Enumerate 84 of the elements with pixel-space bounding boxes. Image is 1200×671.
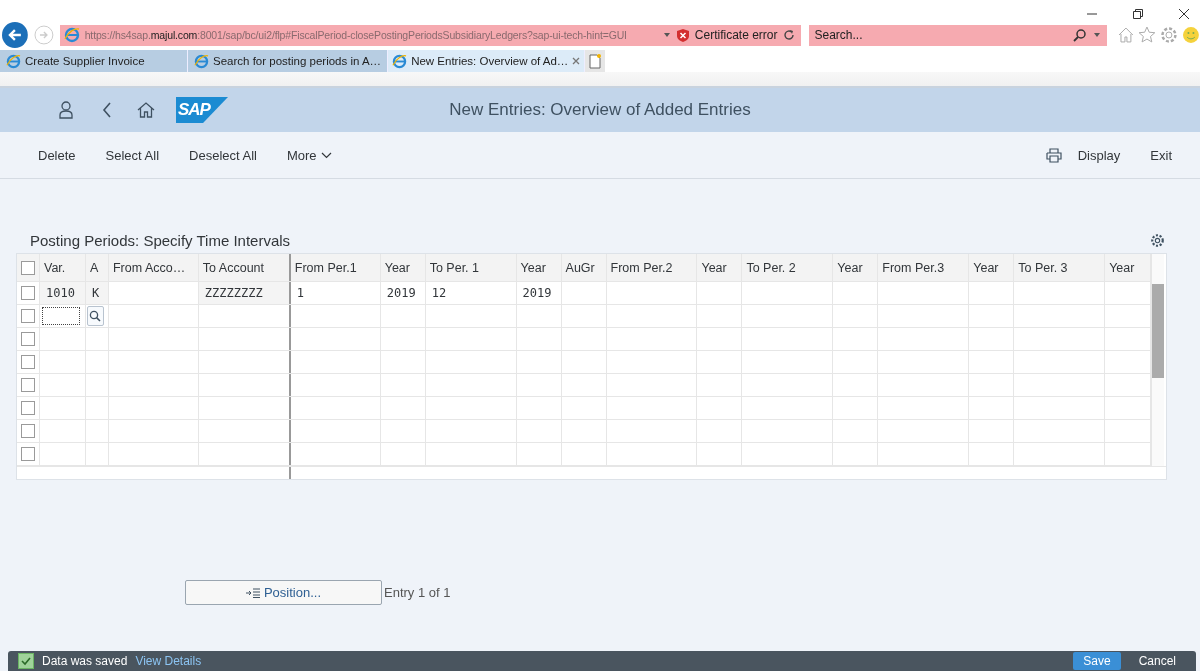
search-field[interactable]: Search... [808, 24, 1107, 46]
address-bar[interactable]: https://hs4sap.majul.com:8001/sap/bc/ui2/flp#FiscalPeriod-closePostingPeriodsSubsidiaryLedgers?sap-ui-tech-hint=GUI Certificate error [59, 24, 801, 46]
column-header[interactable]: From Per.3 [878, 254, 970, 281]
row-checkbox[interactable] [21, 355, 35, 369]
search-icon [1072, 28, 1087, 42]
refresh-icon [782, 29, 795, 41]
user-icon[interactable] [59, 101, 73, 119]
scrollbar[interactable] [1151, 254, 1164, 466]
close-icon[interactable] [1178, 8, 1190, 20]
row-checkbox[interactable] [21, 447, 35, 461]
browser-tab[interactable]: Create Supplier Invoice [0, 50, 188, 72]
column-header[interactable]: Year [697, 254, 743, 281]
settings-icon[interactable] [1150, 232, 1165, 248]
dropdown-icon [1092, 32, 1101, 38]
table-cell: 2019 [380, 282, 426, 304]
browser-logo-icon [392, 53, 408, 69]
search-input[interactable]: Search... [814, 28, 1067, 42]
table-cell: 2019 [516, 282, 562, 304]
input-field[interactable] [42, 307, 80, 325]
restore-icon[interactable] [1132, 8, 1144, 20]
column-header[interactable]: Var. [40, 254, 86, 281]
sap-logo[interactable]: SAP [176, 97, 228, 123]
close-tab-icon [572, 57, 581, 65]
star-icon[interactable] [1138, 26, 1157, 44]
position-icon [245, 587, 260, 598]
column-header[interactable]: A [85, 254, 109, 281]
browser-tab[interactable]: New Entries: Overview of Ad… [388, 50, 586, 72]
toolbar-button[interactable]: Deselect All [175, 143, 271, 167]
column-header[interactable]: From Per.2 [606, 254, 698, 281]
row-checkbox[interactable] [21, 378, 35, 392]
certificate-error[interactable]: Certificate error [694, 28, 778, 42]
search-icon [89, 310, 102, 322]
more-button[interactable]: More [273, 143, 346, 167]
select-all-checkbox[interactable] [21, 260, 35, 275]
shield-error-icon [675, 27, 690, 43]
value-help-button[interactable] [86, 306, 104, 326]
table-cell: ZZZZZZZZ [198, 282, 291, 304]
toolbar-button[interactable]: Delete [24, 143, 90, 167]
column-header[interactable]: To Per. 2 [742, 254, 834, 281]
home-icon[interactable] [137, 102, 155, 118]
table-cell: 12 [425, 282, 517, 304]
position-button[interactable]: Position... [185, 580, 382, 605]
new-page-icon [589, 53, 602, 69]
success-icon [18, 653, 34, 669]
toolbar-button[interactable]: Exit [1136, 143, 1186, 167]
column-header[interactable]: Year [380, 254, 426, 281]
row-checkbox[interactable] [21, 309, 35, 323]
footer-button[interactable]: Cancel [1128, 652, 1186, 670]
row-checkbox[interactable] [21, 286, 35, 300]
url-text: https://hs4sap.majul.com:8001/sap/bc/ui2/flp#FiscalPeriod-closePostingPeriodsSubsidiaryLedgers?sap-ui-tech-hint=GUI [84, 29, 628, 41]
print-icon[interactable] [1045, 147, 1062, 163]
column-header[interactable]: Year [833, 254, 879, 281]
table-cell: K [85, 282, 109, 304]
toolbar-button[interactable]: Display [1063, 143, 1135, 167]
row-checkbox[interactable] [21, 424, 35, 438]
back-icon[interactable] [2, 22, 28, 48]
browser-logo-icon [63, 27, 80, 43]
browser-tab[interactable]: Search for posting periods in A… [188, 50, 389, 72]
column-header[interactable]: Year [969, 254, 1015, 281]
entry-count: Entry 1 of 1 [384, 585, 451, 600]
page-title: New Entries: Overview of Added Entries [449, 100, 751, 120]
new-tab-button[interactable] [585, 50, 606, 72]
browser-logo-icon [194, 53, 209, 69]
column-header[interactable]: From Per.1 [290, 254, 381, 281]
column-header[interactable]: From Acco… [108, 254, 199, 281]
column-header[interactable]: Year [516, 254, 562, 281]
back-icon[interactable] [102, 102, 112, 118]
table-cell: 1010 [40, 282, 86, 304]
chevron-down-icon [320, 151, 332, 159]
smiley-icon[interactable] [1182, 26, 1200, 44]
view-details-link[interactable]: View Details [135, 654, 202, 668]
column-header[interactable]: To Per. 3 [1014, 254, 1106, 281]
dropdown-icon [662, 32, 671, 38]
column-header[interactable]: To Per. 1 [425, 254, 517, 281]
message-text: Data was saved [42, 654, 128, 668]
scroll-thumb[interactable] [1152, 284, 1164, 378]
table-cell: 1 [290, 282, 381, 304]
forward-icon[interactable] [33, 25, 54, 45]
column-header[interactable]: AuGr [561, 254, 607, 281]
table-title: Posting Periods: Specify Time Intervals [30, 231, 291, 249]
row-checkbox[interactable] [21, 401, 35, 415]
toolbar-button[interactable]: Select All [91, 143, 174, 167]
row-checkbox[interactable] [21, 332, 35, 346]
browser-logo-icon [6, 53, 21, 69]
